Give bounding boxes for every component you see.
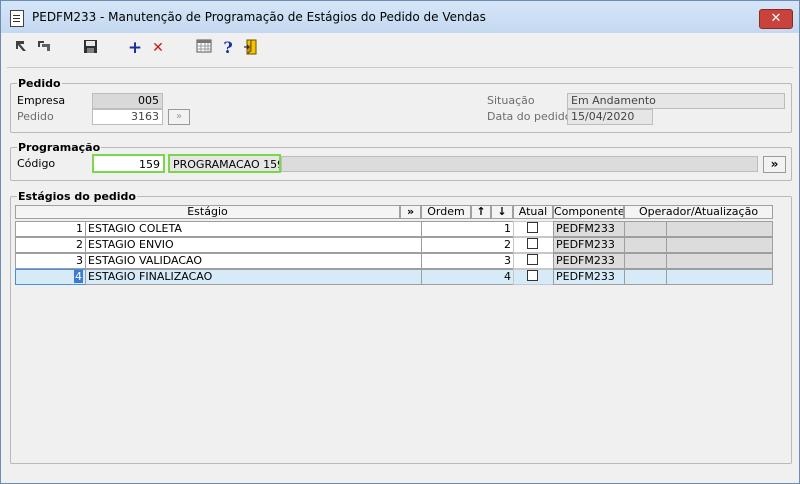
pedido-group-title: Pedido [17,77,62,90]
atualizacao-cell [666,269,773,285]
document-icon [10,10,24,27]
close-button[interactable]: ✕ [759,9,793,29]
componente-cell: PEDFM233 [553,269,625,285]
ordem-cell[interactable]: 3 [421,253,514,269]
save-icon[interactable] [81,39,99,57]
row-number: 4 [15,269,86,285]
ordem-cell[interactable]: 1 [421,221,514,237]
col-expand-button[interactable]: » [400,205,421,219]
title-bar: PEDFM233 - Manutenção de Programação de … [1,1,799,33]
estagio-cell[interactable]: ESTAGIO ENVIO [85,237,422,253]
pedido-lookup-button[interactable]: » [168,109,190,125]
row-number-text: 4 [74,270,83,283]
main-window: PEDFM233 - Manutenção de Programação de … [0,0,800,484]
calendar-icon[interactable] [195,39,213,57]
col-header-operador[interactable]: Operador/Atualização [624,205,773,219]
exit-icon[interactable] [242,39,260,57]
previous-record-icon[interactable] [35,39,53,57]
codigo-field[interactable]: 159 [92,154,165,173]
add-icon[interactable]: + [126,39,144,57]
pedido-label: Pedido [17,110,54,123]
help-icon[interactable]: ? [219,39,237,57]
first-record-icon[interactable] [12,39,30,57]
componente-cell: PEDFM233 [553,221,625,237]
col-header-componente[interactable]: Componente [553,205,624,219]
programacao-descricao-ext [281,156,758,172]
componente-cell: PEDFM233 [553,237,625,253]
row-number: 2 [15,237,86,253]
operador-cell [624,253,667,269]
atualizacao-cell [666,237,773,253]
estagio-cell[interactable]: ESTAGIO VALIDACAO [85,253,422,269]
atualizacao-cell [666,253,773,269]
operador-cell [624,237,667,253]
toolbar-separator [7,67,793,68]
move-up-button[interactable]: ↑ [471,205,491,219]
situacao-label: Situação [487,94,535,107]
pedido-field[interactable]: 3163 [92,109,163,125]
ordem-cell[interactable]: 4 [421,269,514,285]
row-number: 3 [15,253,86,269]
atual-checkbox[interactable] [527,238,538,249]
col-header-atual[interactable]: Atual [513,205,553,219]
window-title: PEDFM233 - Manutenção de Programação de … [32,10,486,24]
empresa-label: Empresa [17,94,66,107]
atual-checkbox[interactable] [527,254,538,265]
programacao-lookup-button[interactable]: » [763,156,786,173]
toolbar: + ✕ ? [1,33,799,63]
col-header-estagio[interactable]: Estágio [15,205,400,219]
atual-checkbox[interactable] [527,222,538,233]
componente-cell: PEDFM233 [553,253,625,269]
situacao-field[interactable]: Em Andamento [567,93,785,109]
move-down-button[interactable]: ↓ [491,205,513,219]
data-pedido-label: Data do pedido [487,110,572,123]
atual-checkbox[interactable] [527,270,538,281]
estagio-cell[interactable]: ESTAGIO FINALIZACAO [85,269,422,285]
programacao-descricao[interactable]: PROGRAMACAO 159 [168,154,281,173]
row-number: 1 [15,221,86,237]
ordem-cell[interactable]: 2 [421,237,514,253]
empresa-field[interactable]: 005 [92,93,163,109]
codigo-label: Código [17,157,56,170]
data-pedido-field[interactable]: 15/04/2020 [567,109,653,125]
atualizacao-cell [666,221,773,237]
estagios-group-title: Estágios do pedido [17,190,137,203]
programacao-group-title: Programação [17,141,102,154]
operador-cell [624,221,667,237]
col-header-ordem[interactable]: Ordem [421,205,471,219]
operador-cell [624,269,667,285]
estagio-cell[interactable]: ESTAGIO COLETA [85,221,422,237]
delete-icon[interactable]: ✕ [149,39,167,57]
